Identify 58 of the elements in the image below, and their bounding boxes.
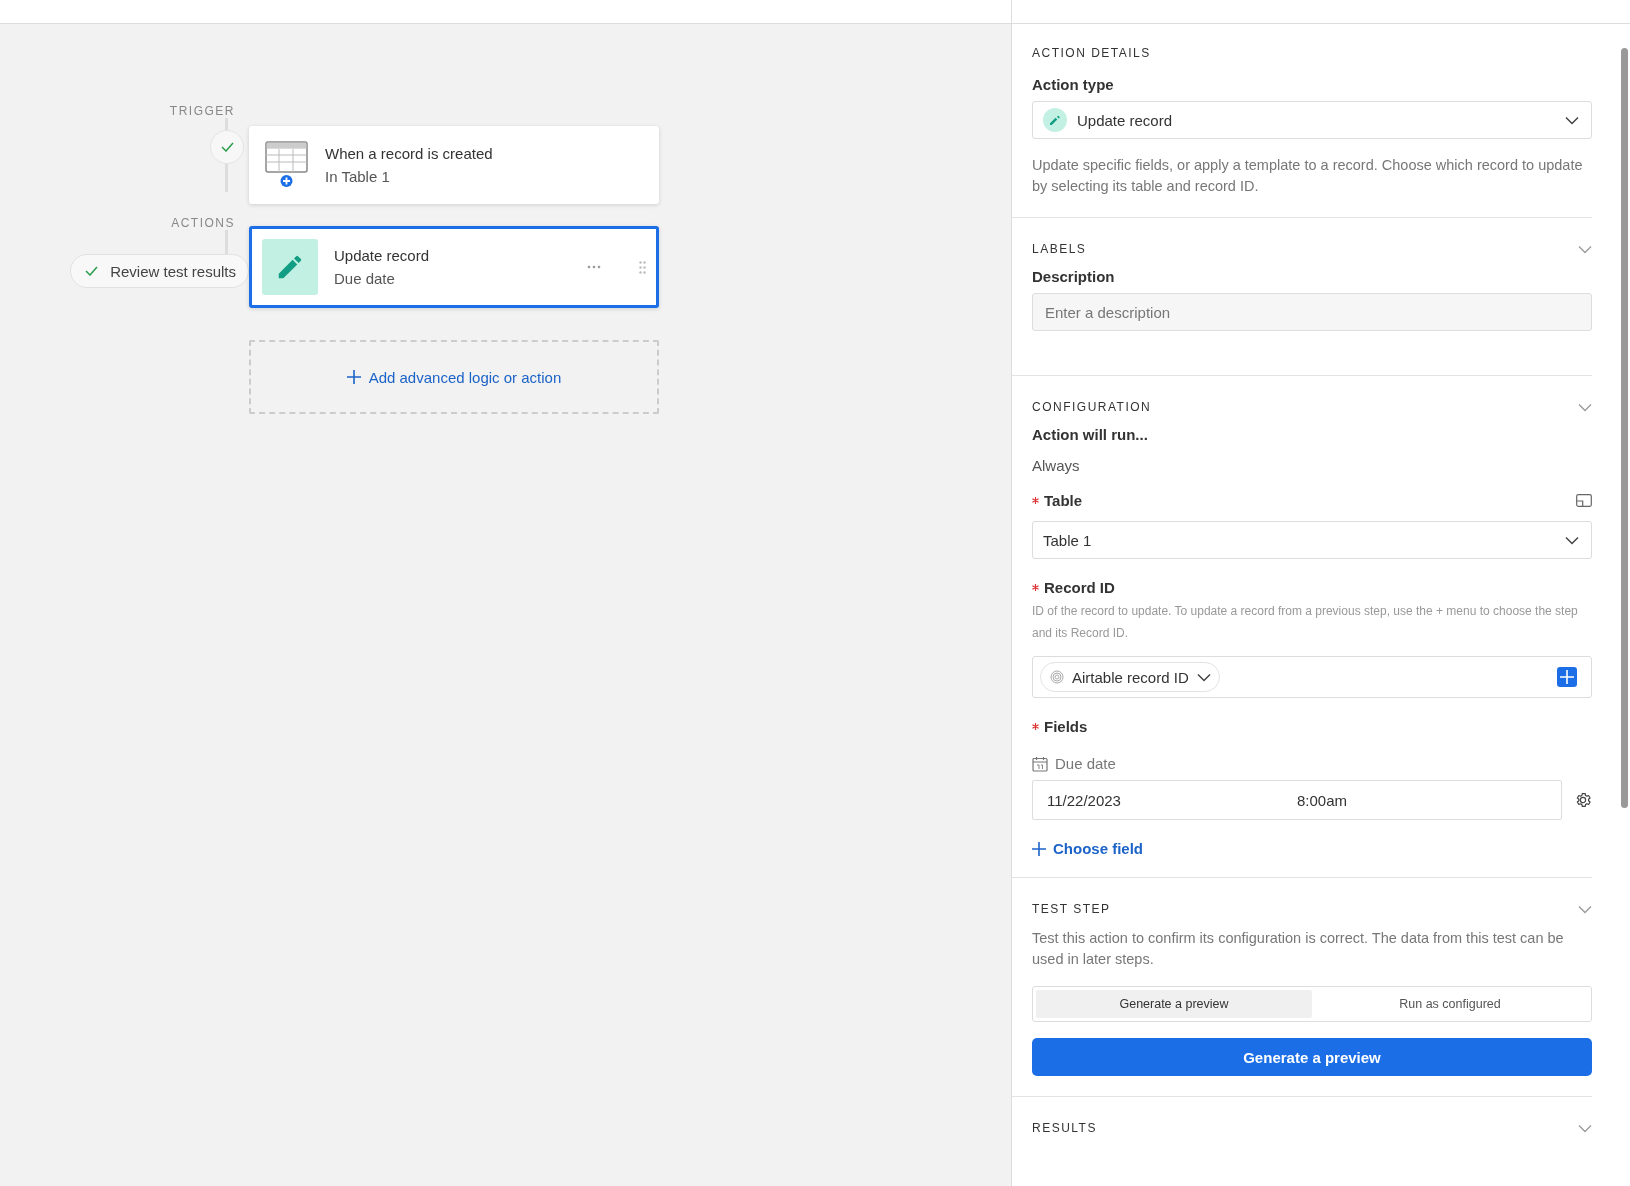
review-results-button[interactable]: Review test results xyxy=(70,254,249,288)
calendar-icon xyxy=(1032,755,1048,772)
trigger-title: When a record is created xyxy=(325,145,493,162)
more-icon[interactable] xyxy=(587,265,601,269)
section-heading: LABELS xyxy=(1032,242,1087,256)
check-icon xyxy=(85,266,99,276)
record-id-token[interactable]: Airtable record ID xyxy=(1040,662,1220,692)
plus-icon xyxy=(1032,841,1046,856)
scrollbar[interactable] xyxy=(1621,48,1628,808)
insert-button[interactable] xyxy=(1557,667,1577,687)
mode-tab[interactable]: Generate a preview xyxy=(1036,990,1312,1018)
trigger-subtitle: In Table 1 xyxy=(325,168,391,185)
datetime-field[interactable]: 11/22/2023 8:00am xyxy=(1032,780,1562,820)
record-id-field[interactable]: Airtable record ID xyxy=(1032,656,1592,698)
pencil-icon xyxy=(262,239,318,295)
field-label: Description xyxy=(1032,268,1116,285)
check-icon xyxy=(220,142,234,152)
chevron-down-icon xyxy=(1196,672,1211,682)
field-label: Action type xyxy=(1032,76,1115,93)
section-heading: TEST STEP xyxy=(1032,902,1111,916)
action-subtitle: Due date xyxy=(334,270,396,287)
expand-view-icon[interactable] xyxy=(1576,494,1592,507)
action-title: Update record xyxy=(334,247,431,264)
drag-handle-icon[interactable] xyxy=(639,260,646,274)
field-label: Table xyxy=(1044,492,1083,509)
field-label: Action will run... xyxy=(1032,426,1149,443)
action-type-select[interactable]: Update record xyxy=(1032,101,1592,139)
table-select[interactable]: Table 1 xyxy=(1032,521,1592,559)
collapse-icon[interactable] xyxy=(1578,402,1592,412)
section-heading: CONFIGURATION xyxy=(1032,400,1152,414)
field-label: Fields xyxy=(1044,718,1088,735)
plus-icon xyxy=(1560,670,1574,684)
pencil-icon xyxy=(1043,108,1067,132)
choose-field-link[interactable]: Choose field xyxy=(1032,840,1143,857)
collapse-icon[interactable] xyxy=(1578,244,1592,254)
field-name: Due date xyxy=(1055,755,1116,772)
fingerprint-icon xyxy=(1050,670,1064,684)
help-text: Test this action to confirm its configuration is correct. The data from this test can be used in later steps. xyxy=(1032,929,1565,969)
collapse-icon[interactable] xyxy=(1578,904,1592,914)
chevron-down-icon xyxy=(1565,535,1579,545)
section-label: ACTIONS xyxy=(170,216,236,230)
action-card[interactable]: Update record Due date xyxy=(249,226,659,308)
settings-icon[interactable] xyxy=(1574,791,1592,809)
section-heading: RESULTS xyxy=(1032,1121,1097,1135)
plus-icon xyxy=(346,370,361,384)
description-field[interactable]: Enter a description xyxy=(1032,293,1592,331)
section-label: TRIGGER xyxy=(168,104,236,118)
section-heading: ACTION DETAILS xyxy=(1032,46,1151,60)
run-condition: Always xyxy=(1032,456,1081,476)
trigger-card[interactable]: When a record is created In Table 1 xyxy=(249,126,659,204)
field-label: Record ID xyxy=(1044,579,1115,596)
table-icon xyxy=(265,141,309,189)
help-text: ID of the record to update. To update a record from a previous step, use the + menu to choose the step and its Record ID. xyxy=(1032,603,1579,642)
help-text: Update specific fields, or apply a template to a record. Choose which record to update by selecting its table and record ID. xyxy=(1032,156,1584,196)
generate-preview-button[interactable]: Generate a preview xyxy=(1032,1038,1592,1076)
add-step-button[interactable]: Add advanced logic or action xyxy=(249,340,659,414)
chevron-down-icon xyxy=(1565,115,1579,125)
collapse-icon[interactable] xyxy=(1578,1123,1592,1133)
